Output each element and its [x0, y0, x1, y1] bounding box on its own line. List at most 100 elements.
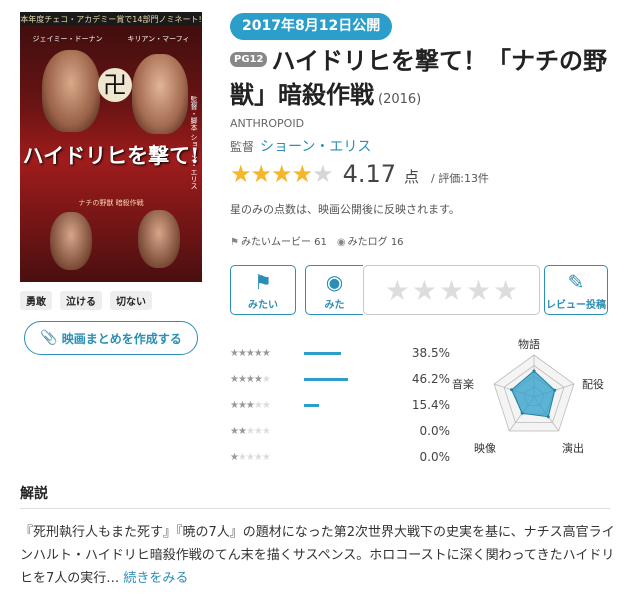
poster-cast-1: ジェイミー・ドーナン [32, 35, 103, 43]
distribution-stars-2: ★★★★★ [230, 425, 271, 437]
mood-tag[interactable]: 切ない [110, 291, 152, 310]
age-rating-badge: PG12 [230, 51, 268, 67]
read-more-link[interactable]: 続きをみる [123, 571, 188, 586]
poster-tagline: 本年度チェコ・アカデミー賞で14部門ノミネート! [20, 15, 202, 24]
distribution-stars-1: ★★★★★ [230, 451, 271, 463]
distribution-percent: 0.0% [419, 450, 451, 464]
distribution-bar [304, 351, 341, 355]
section-divider [20, 508, 610, 509]
release-date-badge: 2017年8月12日公開 [230, 13, 393, 40]
rating-count: / 評価:13件 [431, 172, 489, 185]
distribution-bar [304, 403, 319, 407]
distribution-percent: 15.4% [411, 398, 450, 412]
want-stat[interactable]: ⚑ みたいムービー 61 [230, 233, 327, 248]
poster-actress-image-2 [138, 210, 180, 268]
poster-subtitle-art: ナチの野獣 暗殺作戦 [78, 199, 144, 207]
description-heading: 解説 [20, 486, 48, 502]
english-title: ANTHROPOID [230, 117, 305, 130]
pencil-icon: ✎ [567, 270, 585, 294]
radar-label: 映像 [474, 442, 496, 455]
poster-cast-2: キリアン・マーフィ [127, 35, 190, 43]
distribution-percent: 46.2% [411, 372, 450, 386]
radar-label: 物語 [518, 338, 540, 351]
distribution-bar-track [304, 351, 400, 355]
want-stat-count: 61 [314, 237, 327, 248]
distribution-row: ★★★★★ 46.2% [230, 366, 450, 392]
average-score: 4.17 [342, 160, 397, 188]
director-link[interactable]: ショーン・エリス [260, 139, 371, 155]
star-rating-input[interactable]: ★ ★ ★ ★ ★ [363, 265, 540, 315]
page-title: PG12 ハイドリヒを撃て！「ナチの野獣」暗殺作戦 (2016) [230, 44, 616, 117]
mood-tags: 勇敢 泣ける 切ない [20, 291, 152, 310]
radar-point [553, 388, 557, 392]
radar-point [546, 415, 550, 419]
star-icon: ★ [291, 160, 313, 188]
movie-poster[interactable]: 本年度チェコ・アカデミー賞で14部門ノミネート! ジェイミー・ドーナン キリアン… [20, 12, 202, 282]
distribution-stars-3: ★★★★★ [230, 399, 271, 411]
distribution-row: ★★★★★ 38.5% [230, 340, 450, 366]
rating-note: 星のみの点数は、映画公開後に反映されます。 [230, 203, 460, 216]
rate-star-icon[interactable]: ★ [385, 274, 410, 307]
rate-star-icon[interactable]: ★ [493, 274, 518, 307]
rating-summary: ★★★★★ 4.17 点 / 評価:13件 [230, 160, 489, 188]
log-stat[interactable]: ◉ みたログ 16 [337, 233, 404, 248]
rate-star-icon[interactable]: ★ [466, 274, 491, 307]
director-line: 監督 ショーン・エリス [230, 136, 371, 156]
create-matome-button[interactable]: 📎 映画まとめを作成する [24, 321, 198, 355]
distribution-bar [304, 377, 349, 381]
distribution-bar-track [304, 377, 400, 381]
radar-point [510, 388, 514, 392]
rating-distribution-chart: ★★★★★ 38.5% ★★★★★ 46.2% ★★★★★ 15.4% ★★★★… [230, 340, 450, 470]
want-to-see-button[interactable]: ⚑ みたい [230, 265, 296, 315]
user-stats: ⚑ みたいムービー 61 ◉ みたログ 16 [230, 233, 404, 248]
director-label: 監督 [230, 140, 255, 154]
star-icon: ★ [312, 160, 333, 188]
poster-actor-image-2 [132, 54, 188, 134]
poster-credit: 監督・脚本 ショーン・エリス [190, 96, 198, 190]
rate-star-icon[interactable]: ★ [412, 274, 437, 307]
mood-tag[interactable]: 泣ける [60, 291, 102, 310]
log-stat-label: みたログ [347, 237, 388, 248]
seen-label: みた [324, 300, 345, 311]
poster-cast: ジェイミー・ドーナン キリアン・マーフィ [20, 34, 202, 44]
flag-icon: ⚑ [254, 270, 272, 294]
distribution-bar-track [304, 403, 400, 407]
movie-title-block: PG12 ハイドリヒを撃て！「ナチの野獣」暗殺作戦 (2016) [230, 44, 616, 117]
rate-star-icon[interactable]: ★ [439, 274, 464, 307]
radar-svg [493, 354, 575, 432]
distribution-bar-track [304, 430, 400, 433]
distribution-row: ★★★★★ 15.4% [230, 392, 450, 418]
want-stat-label: みたいムービー [240, 237, 311, 248]
poster-actress-image-1 [50, 212, 92, 270]
release-year: (2016) [378, 92, 422, 107]
distribution-percent: 0.0% [419, 424, 451, 438]
radar-point [532, 369, 536, 373]
radar-label: 音楽 [452, 378, 474, 391]
write-review-button[interactable]: ✎ レビュー投稿 [544, 265, 608, 315]
poster-title-art: ハイドリヒを撃て! [22, 143, 200, 168]
flag-icon: ⚑ [230, 237, 239, 248]
eye-icon: ◉ [325, 270, 344, 294]
distribution-percent: 38.5% [411, 346, 450, 360]
star-icon: ★ [271, 160, 292, 188]
seen-button[interactable]: ◉ みた [305, 265, 363, 315]
radar-label: 配役 [582, 378, 604, 391]
distribution-stars-5: ★★★★★ [230, 347, 271, 359]
poster-emblem-icon: 卍 [98, 68, 132, 102]
mood-tag[interactable]: 勇敢 [20, 291, 52, 310]
description-text: 『死刑執行人もまた死す』『暁の7人』の題材になった第2次世界大戦下の史実を基に、… [20, 521, 616, 590]
distribution-stars-4: ★★★★★ [230, 373, 271, 385]
star-icon: ★ [230, 160, 251, 188]
distribution-row: ★★★★★ 0.0% [230, 418, 450, 444]
star-icon: ★ [250, 160, 272, 188]
description-body: 『死刑執行人もまた死す』『暁の7人』の題材になった第2次世界大戦下の史実を基に、… [20, 525, 615, 586]
category-radar-chart: 物語 配役 演出 映像 音楽 [446, 334, 622, 460]
distribution-row: ★★★★★ 0.0% [230, 444, 450, 470]
want-to-see-label: みたい [248, 300, 278, 311]
poster-actor-image-1 [42, 50, 100, 132]
write-review-label: レビュー投稿 [546, 300, 606, 311]
paperclip-icon: 📎 [40, 330, 58, 346]
log-stat-count: 16 [390, 237, 404, 248]
rating-stars: ★★★★★ [230, 160, 334, 188]
distribution-bar-track [304, 456, 400, 459]
